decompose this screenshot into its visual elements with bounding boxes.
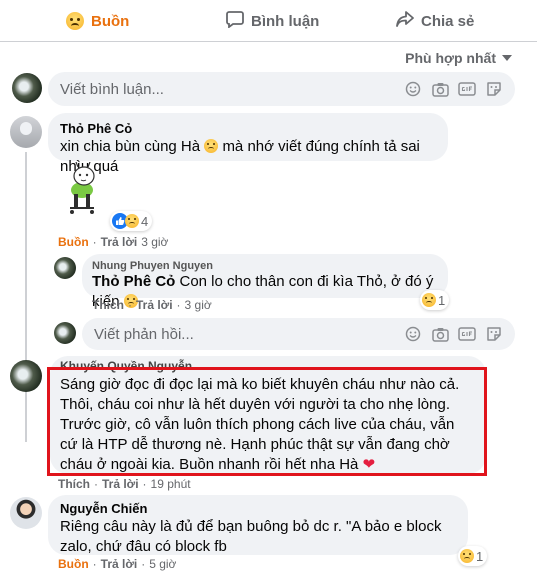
comment-label: Bình luận <box>251 12 320 30</box>
sort-dropdown[interactable]: Phù hợp nhất <box>405 50 512 66</box>
reaction-count[interactable]: 1 <box>420 290 450 310</box>
share-icon <box>396 10 414 32</box>
replier-avatar[interactable] <box>54 257 76 279</box>
thread-line <box>25 152 27 442</box>
comment-bubble: Thỏ Phê Cỏ xin chia bùn cùng Hà mà nhớ v… <box>48 113 448 175</box>
sticker-icon[interactable] <box>485 325 503 343</box>
react-label: Buồn <box>91 12 130 30</box>
like-link[interactable]: Thích <box>58 477 90 491</box>
reply-input-box <box>82 318 515 350</box>
comment-time[interactable]: 3 giờ <box>141 235 168 249</box>
reply-author[interactable]: Nhung Phuyen Nguyen <box>92 260 438 272</box>
commenter-avatar[interactable] <box>10 116 42 148</box>
reaction-count-value: 1 <box>476 548 484 564</box>
reply-input[interactable] <box>82 318 404 350</box>
current-user-avatar[interactable] <box>12 73 42 103</box>
sticker-icon[interactable] <box>485 80 503 98</box>
reply-bubble: Nhung Phuyen Nguyen Thỏ Phê Cỏ Con lo ch… <box>82 254 448 310</box>
comment-author[interactable]: Thỏ Phê Cỏ <box>60 121 436 137</box>
comment-meta: Buồn · Trả lời · 5 giờ <box>58 557 177 571</box>
current-user-avatar-small[interactable] <box>54 322 76 344</box>
reaction-count[interactable]: 1 <box>458 546 488 566</box>
comment-bubble: Nguyễn Chiến Riêng câu này là đủ để bạn … <box>48 495 468 555</box>
reply-time[interactable]: 3 giờ <box>185 298 212 312</box>
comment-icon <box>226 10 244 32</box>
reaction-count[interactable]: 4 <box>110 211 153 231</box>
comment-input[interactable] <box>48 72 404 106</box>
reply-link[interactable]: Trả lời <box>136 298 173 312</box>
comment-meta: Thích · Trả lời · 19 phút <box>58 477 191 491</box>
reply-link[interactable]: Trả lời <box>102 477 139 491</box>
comment-tools <box>404 80 515 98</box>
sad-emoji-icon <box>204 139 219 153</box>
comment-time[interactable]: 19 phút <box>151 477 191 491</box>
comment-author[interactable]: Nguyễn Chiến <box>60 501 456 517</box>
haha-emoji-icon <box>422 293 436 307</box>
reaction-count-value: 4 <box>141 213 149 229</box>
like-link[interactable]: Thích <box>92 298 124 312</box>
comment-button[interactable]: Bình luận <box>226 0 319 42</box>
commenter-avatar[interactable] <box>10 360 42 392</box>
react-link[interactable]: Buồn <box>58 235 89 249</box>
gif-icon[interactable] <box>458 325 476 343</box>
comment-text: xin chia bùn cùng Hà mà nhớ viết đúng ch… <box>60 137 436 177</box>
comment-text-part: xin chia bùn cùng Hà <box>60 138 201 155</box>
reply-link[interactable]: Trả lời <box>101 235 138 249</box>
camera-icon[interactable] <box>431 325 449 343</box>
react-button[interactable]: Buồn <box>66 0 129 42</box>
reply-link[interactable]: Trả lời <box>101 557 138 571</box>
comment-meta: Buồn · Trả lời 3 giờ <box>58 235 169 249</box>
sad-emoji-icon <box>125 214 139 228</box>
emoji-icon[interactable] <box>404 80 422 98</box>
sticker-image[interactable] <box>58 161 106 222</box>
emoji-icon[interactable] <box>404 325 422 343</box>
comment-text: Riêng câu này là đủ để bạn buông bỏ dc r… <box>60 518 442 555</box>
post-action-bar: Buồn Bình luận Chia sẻ <box>0 0 537 42</box>
chevron-down-icon <box>502 55 512 61</box>
comment-input-box <box>48 72 515 106</box>
react-link[interactable]: Buồn <box>58 557 89 571</box>
share-button[interactable]: Chia sẻ <box>396 0 474 42</box>
gif-icon[interactable] <box>458 80 476 98</box>
reply-meta: Thích · Trả lời · 3 giờ <box>92 298 212 312</box>
reply-mention[interactable]: Thỏ Phê Cỏ <box>92 273 175 290</box>
reply-tools <box>404 325 515 343</box>
camera-icon[interactable] <box>431 80 449 98</box>
commenter-avatar[interactable] <box>10 497 42 529</box>
highlight-box <box>47 367 487 476</box>
sad-emoji-icon <box>460 549 474 563</box>
sad-emoji-icon <box>66 12 84 30</box>
sort-label: Phù hợp nhất <box>405 50 496 66</box>
share-label: Chia sẻ <box>421 12 475 30</box>
reaction-count-value: 1 <box>438 292 446 308</box>
comment-time[interactable]: 5 giờ <box>149 557 176 571</box>
